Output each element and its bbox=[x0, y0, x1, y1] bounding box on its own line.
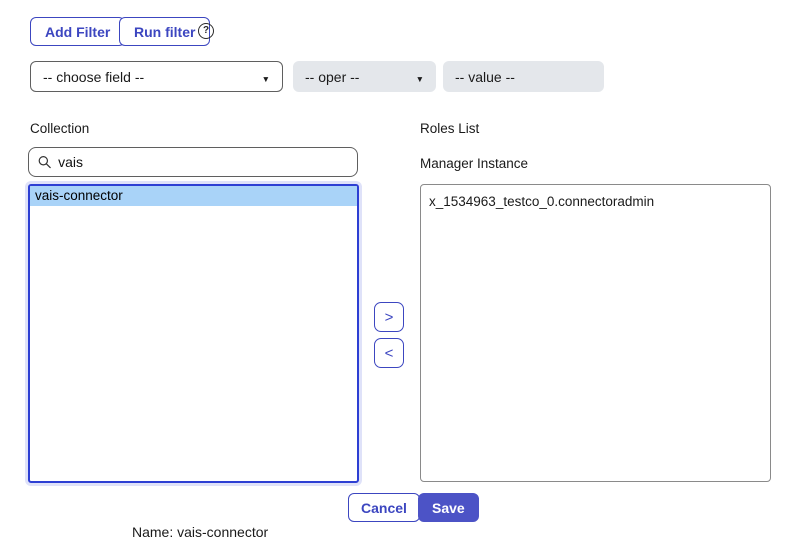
cancel-button[interactable]: Cancel bbox=[348, 493, 420, 522]
roles-listbox[interactable]: x_1534963_testco_0.connectoradmin bbox=[420, 184, 771, 482]
move-left-button[interactable]: < bbox=[374, 338, 404, 368]
search-icon bbox=[38, 155, 51, 169]
oper-selected-value: -- oper -- bbox=[305, 69, 359, 85]
chevron-down-icon bbox=[262, 69, 270, 85]
record-name-text: Name: vais-connector bbox=[132, 524, 268, 537]
oper-select[interactable]: -- oper -- bbox=[293, 61, 436, 92]
collection-search[interactable] bbox=[28, 147, 358, 177]
collection-search-input[interactable] bbox=[58, 154, 348, 170]
roles-list-label: Roles List bbox=[420, 121, 479, 136]
collection-label: Collection bbox=[30, 121, 89, 136]
list-item[interactable]: vais-connector bbox=[30, 186, 357, 206]
choose-field-selected-value: -- choose field -- bbox=[43, 69, 144, 85]
value-field[interactable]: -- value -- bbox=[443, 61, 604, 92]
run-filter-button[interactable]: Run filter bbox=[119, 17, 210, 46]
collection-listbox[interactable]: vais-connector bbox=[28, 184, 359, 483]
choose-field-select[interactable]: -- choose field -- bbox=[30, 61, 283, 92]
chevron-down-icon bbox=[416, 69, 424, 85]
value-placeholder: -- value -- bbox=[455, 69, 515, 85]
list-item[interactable]: x_1534963_testco_0.connectoradmin bbox=[421, 185, 770, 209]
move-right-button[interactable]: > bbox=[374, 302, 404, 332]
save-button[interactable]: Save bbox=[418, 493, 479, 522]
manager-instance-label: Manager Instance bbox=[420, 156, 528, 171]
help-icon[interactable]: ? bbox=[198, 23, 214, 39]
add-filter-button[interactable]: Add Filter bbox=[30, 17, 125, 46]
